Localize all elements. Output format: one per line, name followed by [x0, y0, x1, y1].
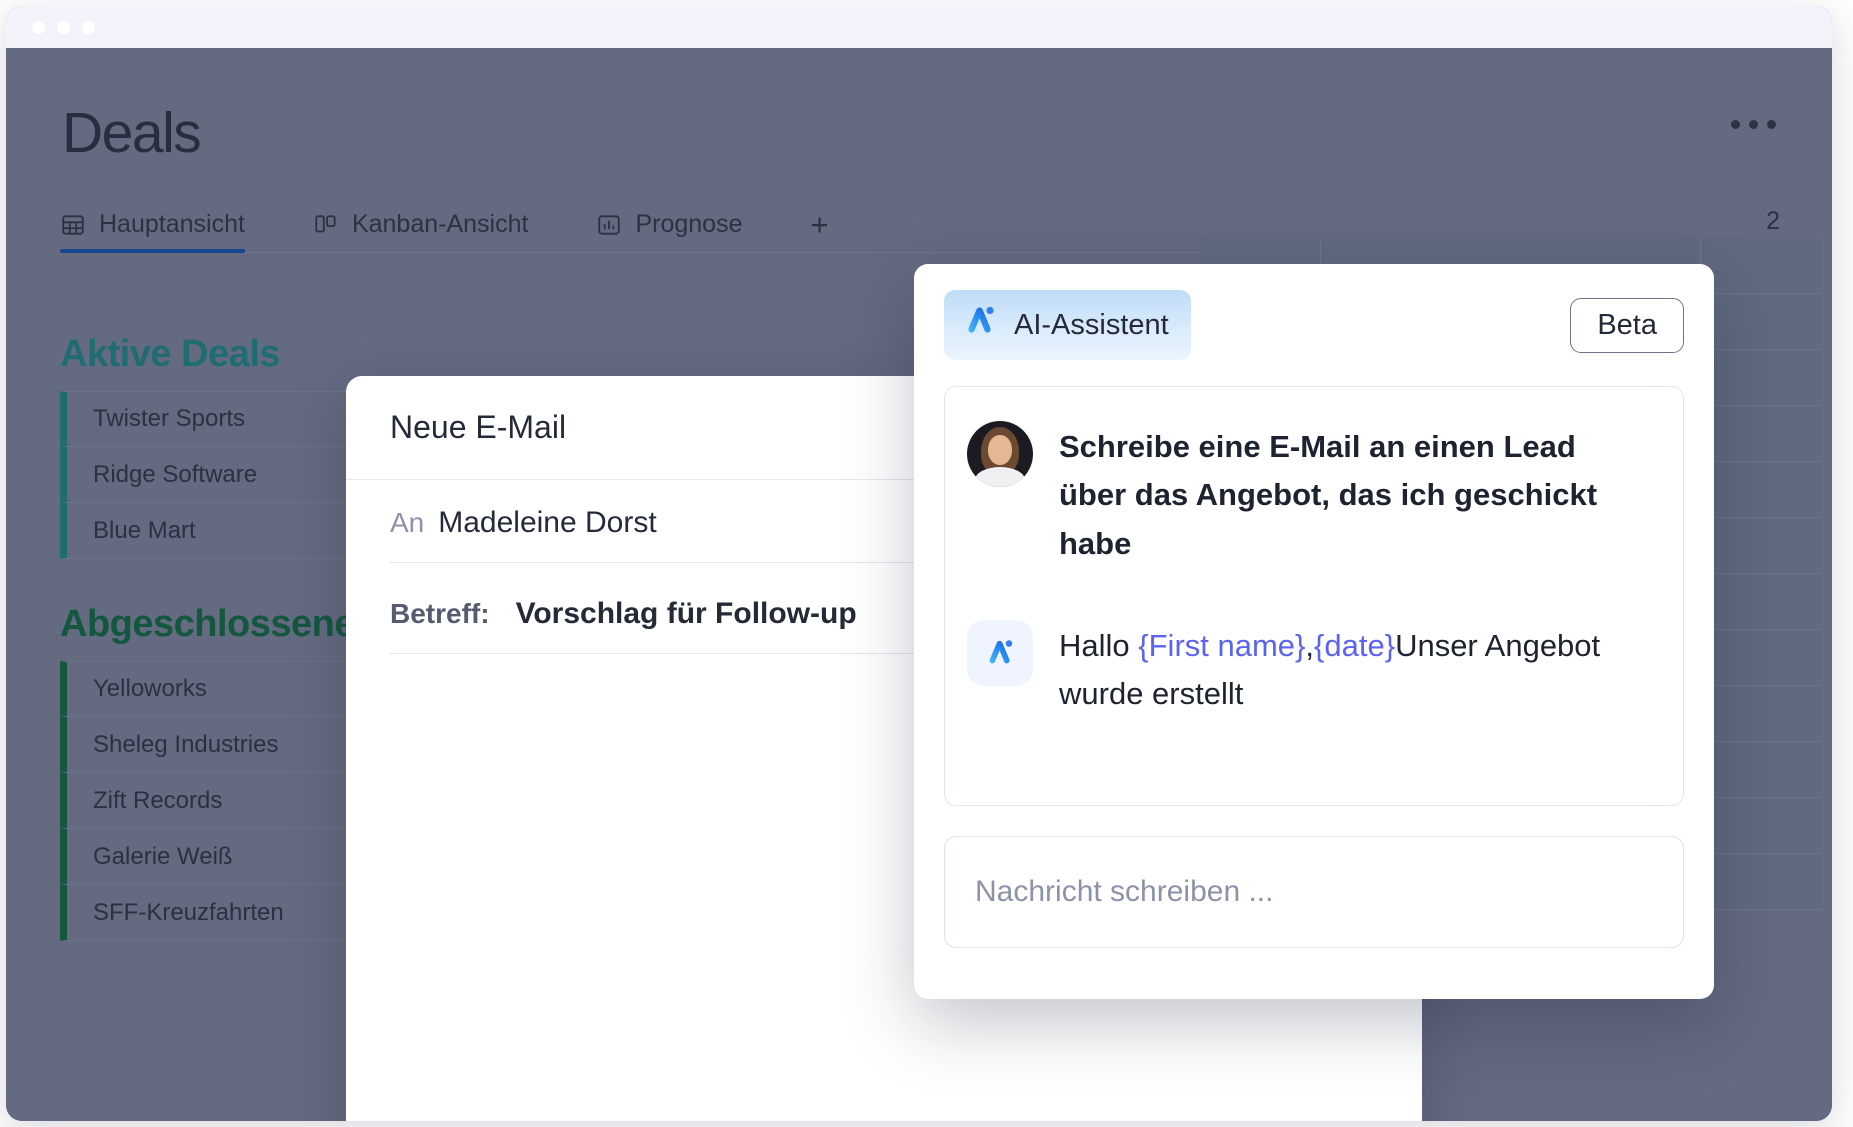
assistant-message-separator: ,	[1305, 628, 1315, 664]
extra-cell	[1701, 518, 1821, 574]
avatar-face	[988, 435, 1012, 465]
ai-assistant-badge-label: AI-Assistent	[1014, 308, 1169, 341]
group-title-abgeschlossene: Abgeschlossene	[60, 603, 356, 645]
extra-cell	[1701, 854, 1821, 910]
chat-message-assistant: Hallo {First name},{date}Unser Angebot w…	[967, 620, 1651, 719]
chat-message-user: Schreibe eine E-Mail an einen Lead über …	[967, 421, 1651, 568]
kanban-board-icon	[313, 212, 339, 238]
group-title-aktive-deals: Aktive Deals	[60, 333, 281, 375]
user-message-text: Schreibe eine E-Mail an einen Lead über …	[1059, 429, 1598, 561]
ai-sparkle-logo-icon	[967, 620, 1033, 687]
maximize-icon[interactable]	[82, 20, 95, 34]
ai-panel-header: AI-Assistent Beta	[944, 290, 1684, 360]
beta-button[interactable]: Beta	[1570, 297, 1684, 353]
tab-kanban-ansicht[interactable]: Kanban-Ansicht	[313, 210, 559, 252]
tab-label: Kanban-Ansicht	[351, 210, 529, 238]
email-to-label: An	[390, 507, 425, 538]
email-subject-value: Vorschlag für Follow-up	[515, 597, 857, 630]
browser-window: Deals Hauptansicht Kanban-Ansicht Progno…	[6, 6, 1832, 1121]
extra-cell	[1701, 238, 1821, 294]
ai-message-input[interactable]: Nachricht schreiben ...	[944, 836, 1684, 948]
minimize-icon[interactable]	[57, 20, 70, 34]
extra-cell	[1701, 798, 1821, 854]
assistant-message-prefix: Hallo	[1059, 628, 1139, 664]
placeholder-token-date: {date}	[1314, 628, 1396, 664]
ai-conversation-thread: Schreibe eine E-Mail an einen Lead über …	[944, 386, 1684, 806]
extra-cell	[1701, 742, 1821, 798]
bar-chart-icon	[596, 212, 622, 238]
extra-cell	[1701, 686, 1821, 742]
user-photo-avatar	[967, 421, 1033, 487]
window-titlebar	[6, 6, 1832, 48]
extra-cell	[1701, 462, 1821, 518]
ai-assistant-panel: AI-Assistent Beta Schreibe eine E-Mail a…	[914, 264, 1714, 999]
more-options-button[interactable]	[1731, 120, 1776, 129]
app-root: Deals Hauptansicht Kanban-Ansicht Progno…	[0, 0, 1853, 1127]
extra-cell	[1701, 406, 1821, 462]
page-title: Deals	[62, 101, 202, 165]
extra-cell	[1701, 294, 1821, 350]
tab-prognose[interactable]: Prognose	[596, 210, 772, 252]
tab-label: Prognose	[635, 210, 743, 238]
ai-sparkle-logo-icon	[960, 301, 1000, 349]
table-grid-icon	[60, 212, 86, 238]
email-to-value: Madeleine Dorst	[438, 506, 657, 539]
assistant-message-text: Hallo {First name},{date}Unser Angebot w…	[1059, 620, 1651, 719]
email-subject-label: Betreff:	[390, 598, 490, 629]
app-surface: Deals Hauptansicht Kanban-Ansicht Progno…	[6, 48, 1832, 1121]
tab-count-label: 2	[1766, 207, 1780, 235]
placeholder-token-first-name: {First name}	[1138, 628, 1306, 664]
extra-cell	[1701, 350, 1821, 406]
ai-assistant-badge: AI-Assistent	[944, 290, 1191, 360]
add-view-button[interactable]: +	[810, 209, 828, 252]
kebab-dot-icon	[1749, 120, 1758, 129]
kebab-dot-icon	[1767, 120, 1776, 129]
extra-cell	[1701, 574, 1821, 630]
kebab-dot-icon	[1731, 120, 1740, 129]
tab-hauptansicht[interactable]: Hauptansicht	[60, 210, 275, 253]
close-icon[interactable]	[32, 20, 45, 34]
extra-cell	[1701, 630, 1821, 686]
tab-label: Hauptansicht	[99, 210, 245, 238]
avatar-body	[975, 467, 1025, 487]
